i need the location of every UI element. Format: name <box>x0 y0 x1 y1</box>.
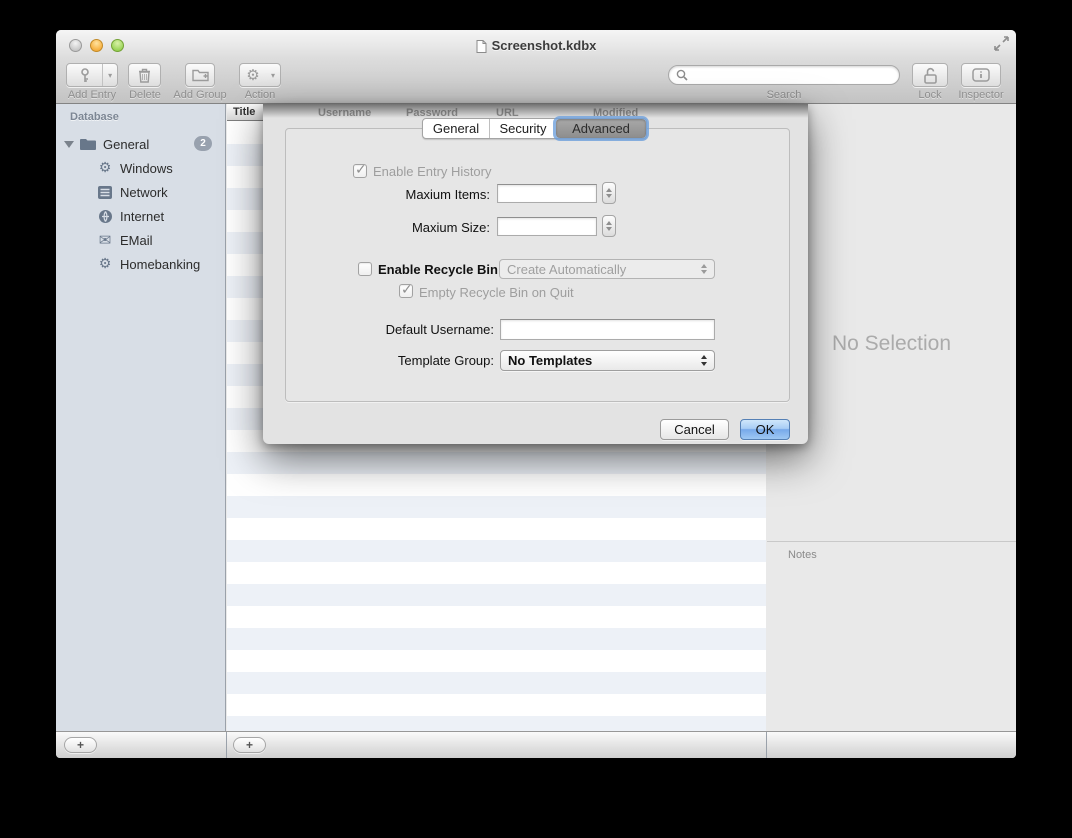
gear-icon: ⚙ <box>97 160 113 176</box>
enable-recycle-bin-label: Enable Recycle Bin <box>378 262 498 277</box>
maxium-size-field[interactable] <box>497 217 597 236</box>
sidebar-item-homebanking[interactable]: ⚙ Homebanking <box>56 252 225 276</box>
ghost-column-username: Username <box>318 107 371 119</box>
add-entry-label: Add Entry <box>60 89 124 101</box>
sidebar-item-label: EMail <box>120 233 153 248</box>
action-label: Action <box>236 89 284 101</box>
action-button[interactable]: ⚙ ▾ <box>239 63 281 87</box>
unlock-icon <box>923 67 938 84</box>
maxium-items-stepper[interactable] <box>602 182 616 204</box>
add-entry-plus-button[interactable]: + <box>233 737 266 753</box>
default-username-label: Default Username: <box>364 322 494 337</box>
count-badge: 2 <box>194 136 212 151</box>
enable-entry-history-checkbox[interactable]: ✓ <box>353 164 367 178</box>
divider <box>766 732 767 758</box>
popup-arrows-icon <box>700 351 708 370</box>
divider <box>767 541 1016 542</box>
app-window: Screenshot.kdbx ▾ ⚙ ▾ Add Entry <box>56 30 1016 758</box>
search-icon <box>676 69 688 81</box>
add-entry-button[interactable]: ▾ <box>66 63 118 87</box>
enable-entry-history-label: Enable Entry History <box>373 164 492 179</box>
sidebar-section-header: Database <box>70 111 119 123</box>
sidebar-item-label: Windows <box>120 161 173 176</box>
document-icon <box>476 40 487 53</box>
sidebar: Database General 2 ⚙ Windows Network Int… <box>56 104 226 731</box>
disclosure-triangle-icon[interactable] <box>64 141 74 148</box>
tab-security[interactable]: Security <box>489 119 556 138</box>
chevron-down-icon: ▾ <box>103 64 117 86</box>
add-group-button[interactable] <box>185 63 215 87</box>
add-group-label: Add Group <box>168 89 232 101</box>
popup-arrows-icon <box>700 260 708 278</box>
default-username-field[interactable] <box>500 319 715 340</box>
trash-icon <box>138 68 151 83</box>
empty-recycle-bin-checkbox[interactable]: ✓ <box>399 284 413 298</box>
recycle-bin-mode-popup[interactable]: Create Automatically <box>499 259 715 279</box>
search-label: Search <box>753 89 815 101</box>
bottom-bar: + + <box>56 731 1016 758</box>
window-title: Screenshot.kdbx <box>56 38 1016 53</box>
check-icon: ✓ <box>355 161 367 178</box>
maxium-items-field[interactable] <box>497 184 597 203</box>
server-icon <box>97 184 113 200</box>
divider <box>226 732 227 758</box>
fullscreen-icon[interactable] <box>994 36 1009 51</box>
add-group-plus-button[interactable]: + <box>64 737 97 753</box>
sidebar-item-label: Homebanking <box>120 257 200 272</box>
sidebar-item-label: General <box>103 137 149 152</box>
key-icon <box>67 64 102 86</box>
gear-icon: ⚙ <box>97 256 113 272</box>
check-icon: ✓ <box>401 281 413 298</box>
folder-icon <box>80 136 96 152</box>
tab-general[interactable]: General <box>423 119 489 138</box>
delete-button[interactable] <box>128 63 161 87</box>
chevron-down-icon: ▾ <box>266 64 280 86</box>
notes-label: Notes <box>788 549 817 561</box>
inspector-label: Inspector <box>950 89 1012 101</box>
sidebar-item-windows[interactable]: ⚙ Windows <box>56 156 225 180</box>
folder-plus-icon <box>192 68 209 82</box>
database-settings-sheet: Username Password URL Modified General S… <box>263 104 808 444</box>
sidebar-item-internet[interactable]: Internet <box>56 204 225 228</box>
template-group-label: Template Group: <box>364 353 494 368</box>
template-group-popup[interactable]: No Templates <box>500 350 715 371</box>
sidebar-item-email[interactable]: ✉ EMail <box>56 228 225 252</box>
cancel-button[interactable]: Cancel <box>660 419 729 440</box>
sidebar-item-general[interactable]: General 2 <box>56 132 225 156</box>
maxium-items-label: Maxium Items: <box>360 187 490 202</box>
inspector-button[interactable] <box>961 63 1001 87</box>
sidebar-item-label: Network <box>120 185 168 200</box>
maxium-size-stepper[interactable] <box>602 215 616 237</box>
empty-recycle-bin-label: Empty Recycle Bin on Quit <box>419 285 574 300</box>
tab-bar: General Security Advanced <box>422 118 647 139</box>
sidebar-item-label: Internet <box>120 209 164 224</box>
lock-button[interactable] <box>912 63 948 87</box>
info-icon <box>972 68 990 82</box>
envelope-icon: ✉ <box>97 232 113 248</box>
maxium-size-label: Maxium Size: <box>360 220 490 235</box>
window-header: Screenshot.kdbx ▾ ⚙ ▾ Add Entry <box>56 30 1016 104</box>
ok-button[interactable]: OK <box>740 419 790 440</box>
gear-icon: ⚙ <box>240 64 266 86</box>
search-input[interactable] <box>668 65 900 85</box>
sheet-top-shadow: Username Password URL Modified <box>263 104 808 118</box>
delete-label: Delete <box>122 89 168 101</box>
enable-recycle-bin-checkbox[interactable] <box>358 262 372 276</box>
tab-advanced[interactable]: Advanced <box>556 119 646 138</box>
sidebar-item-network[interactable]: Network <box>56 180 225 204</box>
globe-icon <box>97 208 113 224</box>
